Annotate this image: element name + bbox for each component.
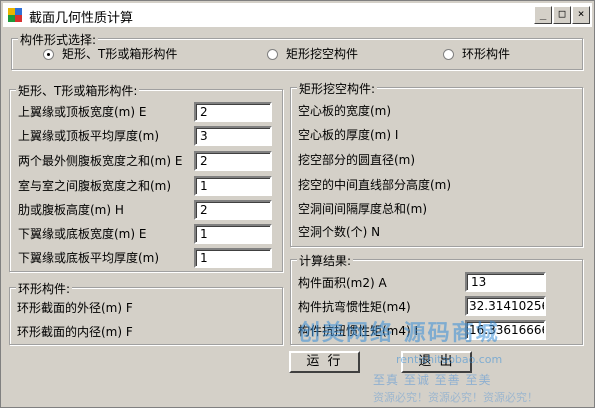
radio-rect-type[interactable] — [43, 49, 54, 60]
watermark-slogan: 至真 至诚 至善 至美 — [373, 373, 492, 387]
web-height-label: 肋或腹板高度(m) H — [18, 203, 124, 217]
hollow-straight-height-label: 挖空的中间直线部分高度(m) — [298, 178, 452, 192]
hollow-group-title: 矩形挖空构件: — [297, 80, 378, 97]
top-flange-thickness-label: 上翼缘或顶板平均厚度(m) — [18, 129, 160, 143]
radio-rect-type-label[interactable]: 矩形、T形或箱形构件 — [62, 45, 192, 62]
radio-hollow-type[interactable] — [267, 49, 278, 60]
hollow-spacing-label: 空洞间间隔厚度总和(m) — [298, 202, 428, 216]
ring-group-title: 环形构件: — [16, 280, 73, 297]
minimize-button[interactable]: _ — [534, 6, 552, 24]
radio-ring-type-label[interactable]: 环形构件 — [462, 45, 542, 62]
web-height-input[interactable]: 2 — [194, 200, 272, 220]
app-icon — [8, 8, 22, 22]
hollow-slab-width-label: 空心板的宽度(m) — [298, 104, 392, 118]
maximize-button[interactable]: □ — [553, 6, 571, 24]
hollow-count-label: 空洞个数(个) N — [298, 225, 381, 239]
ring-inner-diameter-label: 环形截面的内径(m) F — [17, 325, 133, 339]
bottom-flange-width-label: 下翼缘或底板宽度(m) E — [18, 227, 147, 241]
watermark-title: 创美网络 源码商城 — [298, 321, 500, 346]
main-window: 截面几何性质计算 _ □ × 构件形式选择: 矩形、T形或箱形构件 矩形挖空构件… — [0, 0, 595, 408]
ring-outer-diameter-label: 环形截面的外径(m) F — [17, 301, 133, 315]
bending-inertia-output[interactable]: 32.3141025641 — [465, 296, 546, 316]
outer-web-width-label: 两个最外侧腹板宽度之和(m) E — [18, 154, 183, 168]
rect-group-title: 矩形、T形或箱形构件: — [16, 82, 140, 99]
rect-group: 矩形、T形或箱形构件: 上翼缘或顶板宽度(m) E 2 上翼缘或顶板平均厚度(m… — [9, 82, 283, 272]
bottom-flange-width-input[interactable]: 1 — [194, 224, 272, 244]
title-bar: 截面几何性质计算 _ □ × — [3, 3, 592, 27]
type-group: 构件形式选择: 矩形、T形或箱形构件 矩形挖空构件 环形构件 — [11, 31, 583, 70]
outer-web-width-input[interactable]: 2 — [194, 151, 272, 171]
hollow-group: 矩形挖空构件: 空心板的宽度(m) 空心板的厚度(m) I 挖空部分的圆直径(m… — [290, 80, 583, 247]
bending-inertia-label: 构件抗弯惯性矩(m4) — [298, 300, 411, 314]
close-button[interactable]: × — [572, 6, 590, 24]
inner-web-width-label: 室与室之间腹板宽度之和(m) — [18, 179, 172, 193]
run-button[interactable]: 运 行 — [289, 351, 360, 373]
radio-hollow-type-label[interactable]: 矩形挖空构件 — [286, 45, 386, 62]
top-flange-thickness-input[interactable]: 3 — [194, 126, 272, 146]
area-label: 构件面积(m2) A — [298, 276, 387, 290]
top-flange-width-input[interactable]: 2 — [194, 102, 272, 122]
hollow-slab-thickness-label: 空心板的厚度(m) I — [298, 128, 399, 142]
hollow-diameter-label: 挖空部分的圆直径(m) — [298, 153, 416, 167]
top-flange-width-label: 上翼缘或顶板宽度(m) E — [18, 105, 147, 119]
radio-ring-type[interactable] — [443, 49, 454, 60]
ring-group: 环形构件: 环形截面的外径(m) F 环形截面的内径(m) F — [9, 280, 283, 345]
window-title: 截面几何性质计算 — [29, 11, 134, 26]
watermark-notice: 资源必究！资源必究！资源必究！ — [373, 391, 538, 404]
watermark-url: rentishitaobao.com — [396, 353, 503, 366]
area-output[interactable]: 13 — [465, 272, 546, 292]
bottom-flange-thickness-input[interactable]: 1 — [194, 248, 272, 268]
inner-web-width-input[interactable]: 1 — [194, 176, 272, 196]
result-group-title: 计算结果: — [297, 252, 354, 269]
bottom-flange-thickness-label: 下翼缘或底板平均厚度(m) — [18, 251, 160, 265]
